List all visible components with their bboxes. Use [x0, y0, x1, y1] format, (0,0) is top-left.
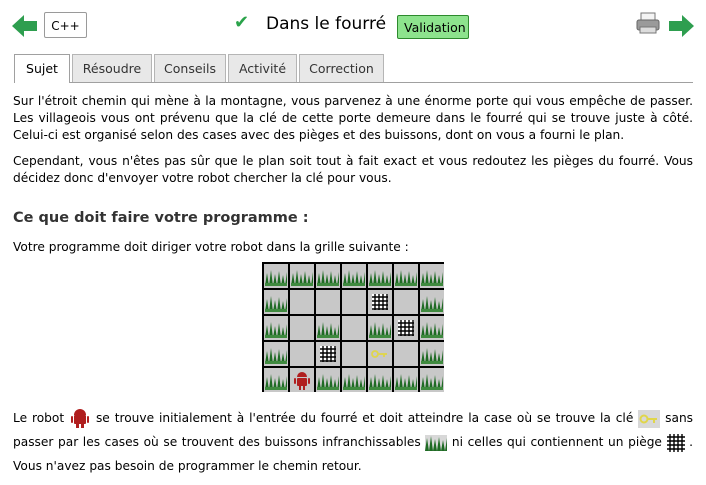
empty-cell — [394, 290, 418, 314]
bush-cell — [264, 316, 288, 340]
empty-cell — [290, 316, 314, 340]
text-fragment: ni celles qui contiennent un piège — [451, 435, 662, 449]
bush-cell — [420, 342, 444, 366]
maze-grid — [262, 262, 444, 392]
intro-paragraph: Sur l'étroit chemin qui mène à la montag… — [13, 94, 693, 142]
bush-cell — [368, 264, 392, 288]
bush-cell — [394, 368, 418, 392]
empty-cell — [290, 290, 314, 314]
top-bar: C++ ✔ Dans le fourré Validation — [0, 0, 706, 55]
trap-cell — [368, 290, 392, 314]
bush-cell — [342, 368, 366, 392]
bush-cell — [420, 264, 444, 288]
empty-cell — [342, 290, 366, 314]
bush-cell — [420, 290, 444, 314]
section-heading: Ce que doit faire votre programme : — [13, 210, 309, 226]
bush-cell — [420, 368, 444, 392]
bush-cell — [264, 290, 288, 314]
bush-cell — [394, 264, 418, 288]
tab-resoudre[interactable]: Résoudre — [72, 54, 152, 82]
empty-cell — [316, 290, 340, 314]
page-title: Dans le fourré — [266, 14, 387, 34]
robot-icon — [71, 408, 90, 428]
trap-cell — [316, 342, 340, 366]
tab-conseils[interactable]: Conseils — [154, 54, 226, 82]
back-arrow-icon[interactable] — [12, 14, 38, 38]
instructions-paragraph: Le robot se trouve initialement à l'entr… — [13, 406, 693, 478]
check-icon: ✔ — [234, 12, 250, 33]
bush-icon — [425, 434, 448, 451]
bush-cell — [264, 264, 288, 288]
tab-correction[interactable]: Correction — [299, 54, 384, 82]
trap-icon — [666, 433, 685, 452]
tab-activite[interactable]: Activité — [228, 54, 297, 82]
validation-badge: Validation — [397, 15, 469, 39]
bush-cell — [264, 342, 288, 366]
tab-bar: Sujet Résoudre Conseils Activité Correct… — [14, 54, 693, 83]
empty-cell — [394, 342, 418, 366]
trap-cell — [394, 316, 418, 340]
bush-cell — [420, 316, 444, 340]
text-fragment: Le robot — [13, 411, 65, 425]
grid-intro: Votre programme doit diriger votre robot… — [13, 240, 409, 254]
bush-cell — [316, 368, 340, 392]
context-paragraph: Cependant, vous n'êtes pas sûr que le pl… — [13, 154, 693, 185]
empty-cell — [290, 342, 314, 366]
text-fragment: se trouve initialement à l'entrée du fou… — [95, 411, 634, 425]
key-cell — [368, 342, 392, 366]
tab-sujet[interactable]: Sujet — [14, 54, 70, 83]
robot-cell — [290, 368, 314, 392]
bush-cell — [264, 368, 288, 392]
empty-cell — [342, 342, 366, 366]
bush-cell — [316, 264, 340, 288]
bush-cell — [316, 316, 340, 340]
forward-arrow-icon[interactable] — [668, 14, 694, 38]
language-selector[interactable]: C++ — [44, 12, 87, 38]
printer-icon[interactable] — [636, 11, 660, 35]
bush-cell — [342, 264, 366, 288]
bush-cell — [368, 368, 392, 392]
empty-cell — [342, 316, 366, 340]
key-icon — [638, 409, 661, 428]
bush-cell — [368, 316, 392, 340]
bush-cell — [290, 264, 314, 288]
